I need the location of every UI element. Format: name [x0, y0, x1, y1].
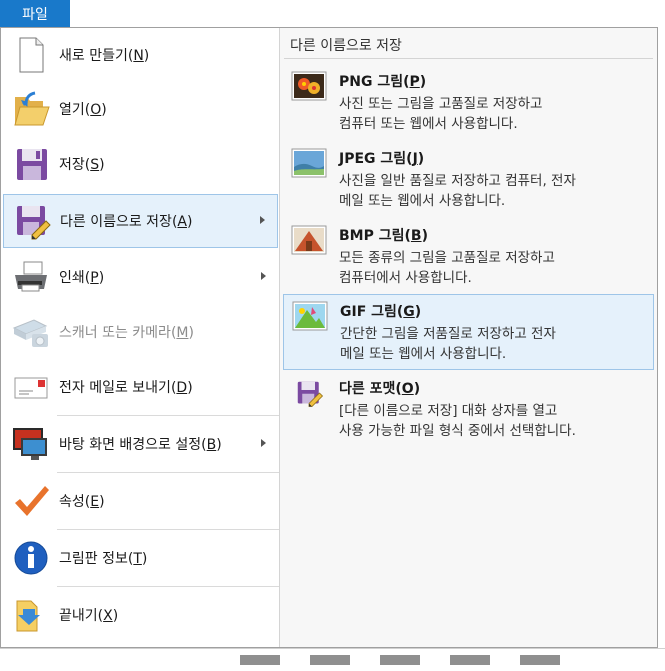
menu-item-label: 그림판 정보(: [59, 551, 134, 567]
menu-item-about-paint[interactable]: 그림판 정보(T): [3, 531, 278, 585]
menu-item-label: 끝내기(: [59, 608, 104, 624]
menu-item-print[interactable]: 인쇄(P): [3, 250, 278, 304]
option-title: PNG 그림(: [339, 74, 410, 90]
menu-item-open[interactable]: 열기(O): [3, 82, 278, 136]
option-description-line2: 컴퓨터에서 사용합니다.: [339, 270, 472, 286]
save-as-jpeg-option[interactable]: JPEG 그림(J) 사진을 일반 품질로 저장하고 컴퓨터, 전자 메일 또는 …: [283, 142, 654, 218]
desktop-background-icon: [11, 424, 51, 464]
option-description-line1: 모든 종류의 그림을 고품질로 저장하고: [339, 250, 555, 266]
menu-item-save-as[interactable]: 다른 이름으로 저장(A): [3, 194, 278, 248]
submenu-arrow-icon: [261, 439, 266, 447]
scanner-camera-icon: [11, 312, 51, 352]
open-folder-icon: [11, 89, 51, 129]
menu-item-label: 속성(: [59, 494, 91, 510]
menu-item-label: 저장(: [59, 157, 91, 173]
option-title: GIF 그림(: [340, 304, 404, 320]
menu-item-desktop-background[interactable]: 바탕 화면 배경으로 설정(B): [3, 417, 278, 471]
save-as-other-format-option[interactable]: 다른 포맷(O) [다른 이름으로 저장] 대화 상자를 열고 사용 가능한 파일…: [283, 372, 654, 448]
option-description-line2: 메일 또는 웹에서 사용합니다.: [339, 193, 506, 209]
printer-icon: [11, 257, 51, 297]
menu-item-properties[interactable]: 속성(E): [3, 474, 278, 528]
option-description-line1: 사진 또는 그림을 고품질로 저장하고: [339, 96, 543, 112]
file-tab-label: 파일: [22, 7, 48, 23]
save-icon: [11, 144, 51, 184]
option-description-line1: 간단한 그림을 저품질로 저장하고 전자: [340, 326, 556, 342]
new-document-icon: [11, 35, 51, 75]
option-description-line1: [다른 이름으로 저장] 대화 상자를 열고: [339, 403, 558, 419]
status-strip: [0, 648, 665, 671]
menu-item-exit[interactable]: 끝내기(X): [3, 588, 278, 642]
email-icon: [11, 367, 51, 407]
save-as-submenu-header: 다른 이름으로 저장: [290, 38, 402, 54]
submenu-arrow-icon: [261, 272, 266, 280]
menu-item-label: 전자 메일로 보내기(: [59, 380, 177, 396]
save-as-bmp-option[interactable]: BMP 그림(B) 모든 종류의 그림을 고품질로 저장하고 컴퓨터에서 사용합니…: [283, 219, 654, 295]
save-as-gif-option[interactable]: GIF 그림(G) 간단한 그림을 저품질로 저장하고 전자 메일 또는 웹에서 …: [283, 294, 654, 370]
option-description-line1: 사진을 일반 품질로 저장하고 컴퓨터, 전자: [339, 173, 576, 189]
file-tab[interactable]: 파일: [0, 0, 70, 28]
exit-icon: [11, 595, 51, 635]
option-title: 다른 포맷(: [339, 381, 402, 397]
png-picture-icon: [291, 71, 327, 101]
option-description-line2: 컴퓨터 또는 웹에서 사용합니다.: [339, 116, 518, 132]
checkmark-icon: [11, 481, 51, 521]
option-title: JPEG 그림(: [339, 151, 413, 167]
menu-item-label: 다른 이름으로 저장(: [60, 214, 178, 230]
divider: [284, 58, 653, 59]
menu-item-save[interactable]: 저장(S): [3, 137, 278, 191]
menu-item-label: 바탕 화면 배경으로 설정(: [59, 437, 207, 453]
file-menu-commands: 새로 만들기(N) 열기(O) 저장(S) 다른 이름으로 저장(A) 인쇄(P…: [1, 28, 279, 647]
menu-item-label: 스캐너 또는 카메라(: [59, 325, 177, 341]
menu-item-scanner-camera: 스캐너 또는 카메라(M): [3, 305, 278, 359]
save-as-submenu: 다른 이름으로 저장 PNG 그림(P) 사진 또는 그림을 고품질로 저장하고…: [279, 28, 657, 647]
menu-item-label: 열기(: [59, 102, 91, 118]
option-description-line2: 메일 또는 웹에서 사용합니다.: [340, 346, 507, 362]
menu-item-label: 인쇄(: [59, 270, 91, 286]
gif-picture-icon: [292, 301, 328, 331]
bmp-picture-icon: [291, 225, 327, 255]
ribbon-tab-strip: 파일: [0, 0, 665, 28]
save-as-png-option[interactable]: PNG 그림(P) 사진 또는 그림을 고품질로 저장하고 컴퓨터 또는 웹에서 …: [283, 65, 654, 141]
menu-item-label: 새로 만들기(: [59, 48, 134, 64]
other-format-icon: [291, 378, 327, 408]
menu-item-new[interactable]: 새로 만들기(N): [3, 28, 278, 82]
obscured-text: [240, 655, 590, 665]
menu-item-email[interactable]: 전자 메일로 보내기(D): [3, 360, 278, 414]
file-menu: 새로 만들기(N) 열기(O) 저장(S) 다른 이름으로 저장(A) 인쇄(P…: [0, 27, 658, 648]
info-icon: [11, 538, 51, 578]
submenu-arrow-icon: [260, 216, 265, 224]
jpeg-picture-icon: [291, 148, 327, 178]
save-as-icon: [12, 201, 52, 241]
option-title: BMP 그림(: [339, 228, 411, 244]
option-description-line2: 사용 가능한 파일 형식 중에서 선택합니다.: [339, 423, 576, 439]
